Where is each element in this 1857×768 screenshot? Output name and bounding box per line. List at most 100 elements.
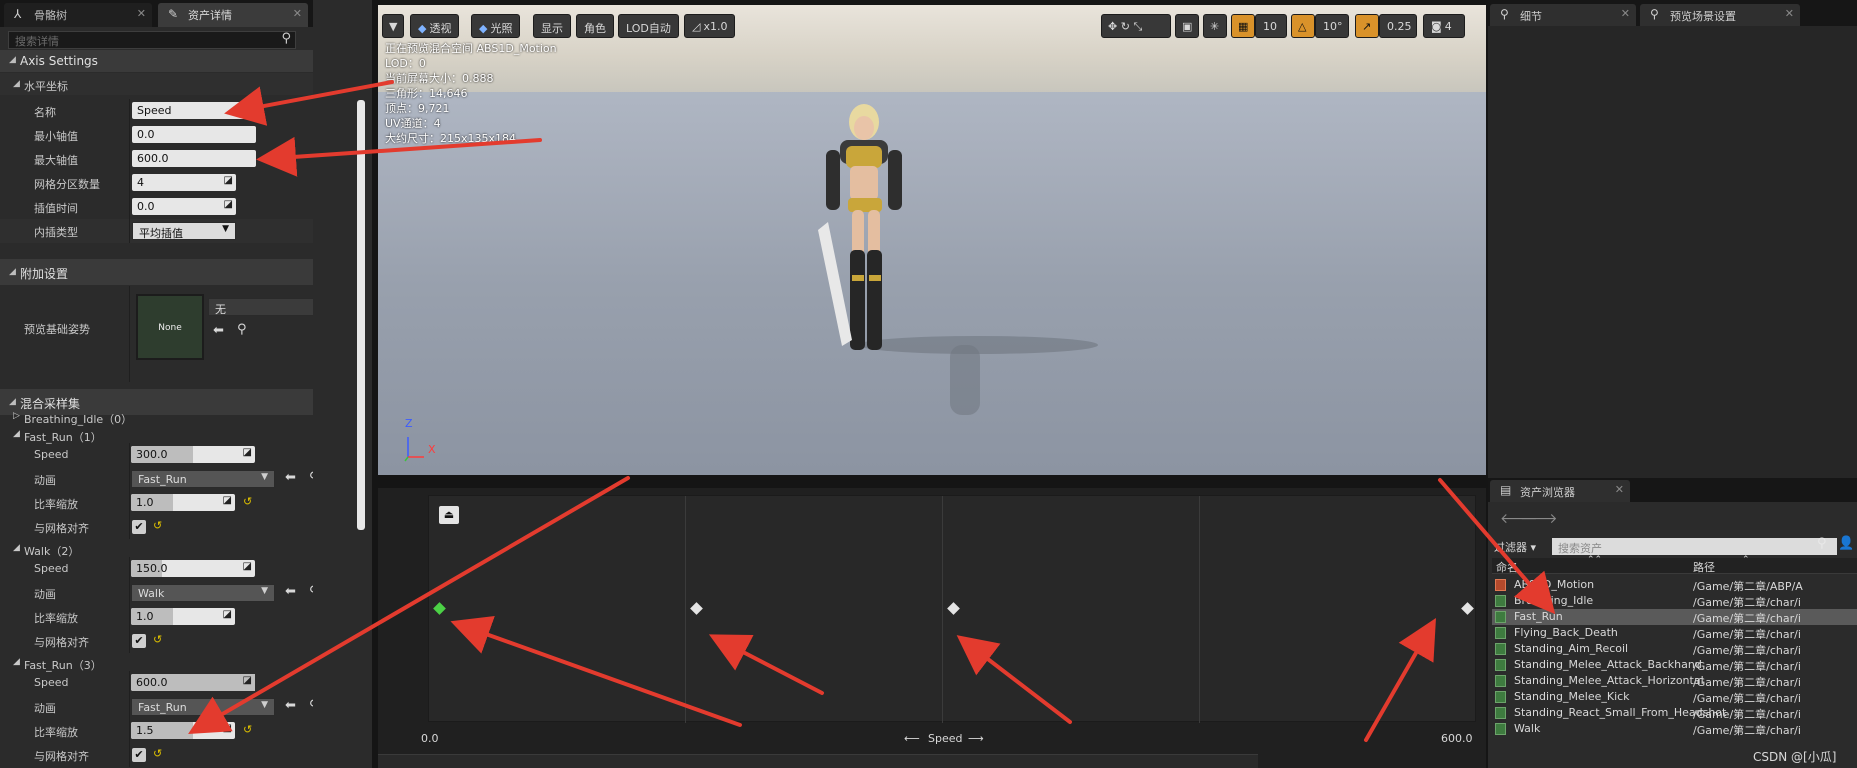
rotation-snap-toggle[interactable]: △ [1291, 14, 1315, 38]
interp-time-field[interactable]: 0.0 ◪ [132, 198, 236, 215]
spin-handle-icon[interactable]: ◪ [243, 447, 252, 458]
character-button[interactable]: 角色 [576, 14, 614, 38]
horizontal-axis-header[interactable]: ◢ 水平坐标 [0, 73, 313, 95]
surface-snap-button[interactable]: ✳ [1203, 14, 1227, 38]
show-button[interactable]: 显示 [533, 14, 571, 38]
details-search-input[interactable]: 搜索详情 ⚲ [8, 31, 296, 49]
tab-skeleton-tree[interactable]: ⅄ 骨骼树 ✕ [4, 3, 152, 27]
sample-group-1[interactable]: ◢ Fast_Run（1） [0, 426, 313, 444]
sample-point[interactable] [1461, 602, 1474, 615]
sample-point[interactable] [433, 602, 446, 615]
reset-icon[interactable]: ↺ [153, 747, 162, 760]
reset-icon[interactable]: ↺ [243, 495, 252, 508]
rotation-size-button[interactable]: 10° [1315, 14, 1349, 38]
asset-row[interactable]: Standing_Melee_Attack_Horizontal/Game/第二… [1492, 673, 1857, 689]
close-icon[interactable]: ✕ [293, 7, 302, 20]
snap-checkbox[interactable]: ✔ [132, 634, 146, 648]
tab-details[interactable]: ⚲ 细节 ✕ [1490, 4, 1636, 26]
sample-1-rate-field[interactable]: 1.0 ◪ [131, 494, 235, 511]
base-pose-row: 预览基础姿势 None 无▼ ⬅ ⚲ [0, 286, 313, 382]
sample-point[interactable] [690, 602, 703, 615]
sample-1-speed-field[interactable]: 300.0 ◪ [131, 446, 255, 463]
sample-1-anim-dropdown[interactable]: Fast_Run ▼ [131, 470, 275, 488]
interp-type-dropdown[interactable]: 平均插值 ▼ [132, 222, 236, 240]
close-icon[interactable]: ✕ [1785, 7, 1794, 20]
sample-3-rate-field[interactable]: 1.5 ◪ [131, 722, 235, 739]
asset-row[interactable]: Standing_Aim_Recoil/Game/第二章/char/i [1492, 641, 1857, 657]
axis-max-field[interactable]: 600.0 [132, 150, 256, 167]
lighting-button[interactable]: ◆ 光照 [471, 14, 521, 38]
close-icon[interactable]: ✕ [1615, 483, 1624, 496]
grid-snap-toggle[interactable]: ▦ [1231, 14, 1255, 38]
sample-3-anim-dropdown[interactable]: Fast_Run ▼ [131, 698, 275, 716]
camera-speed-button[interactable]: ◙ 4 [1423, 14, 1465, 38]
asset-row[interactable]: Fast_Run/Game/第二章/char/i [1492, 609, 1857, 625]
user-icon[interactable]: 👤 [1838, 536, 1854, 551]
axis-name-field[interactable]: Speed [132, 102, 256, 119]
spin-handle-icon[interactable]: ◪ [223, 723, 232, 734]
viewport-options-button[interactable]: ▼ [382, 14, 404, 38]
reset-icon[interactable]: ↺ [243, 723, 252, 736]
sample-2-rate-field[interactable]: 1.0 ◪ [131, 608, 235, 625]
filter-button[interactable]: 过滤器 ▾ [1494, 539, 1536, 555]
preview-viewport[interactable]: ▼ ◆ 透视 ◆ 光照 显示 角色 LOD自动 ◿ x1.0 ✥ ↻ ⤡ ▣ ✳ ▦ … [378, 5, 1486, 475]
playback-speed-button[interactable]: ◿ x1.0 [684, 14, 736, 38]
perspective-button[interactable]: ◆ 透视 [410, 14, 460, 38]
snap-checkbox[interactable]: ✔ [132, 520, 146, 534]
asset-search-input[interactable]: 搜索资产 [1552, 538, 1837, 555]
spin-handle-icon[interactable]: ◪ [224, 199, 233, 210]
tab-preview-scene[interactable]: ⚲ 预览场景设置 ✕ [1640, 4, 1800, 26]
spin-handle-icon[interactable]: ◪ [243, 675, 252, 686]
close-icon[interactable]: ✕ [137, 7, 146, 20]
sample-3-speed-field[interactable]: 600.0 ◪ [131, 674, 255, 691]
close-icon[interactable]: ✕ [1621, 7, 1630, 20]
axis-min-field[interactable]: 0.0 [132, 126, 256, 143]
grid-size-button[interactable]: 10 [1255, 14, 1287, 38]
base-pose-dropdown[interactable]: 无▼ [208, 298, 313, 316]
sample-group-0[interactable]: ▷ Breathing_Idle（0） [0, 408, 313, 426]
sample-group-2[interactable]: ◢ Walk（2） [0, 540, 313, 558]
spin-handle-icon[interactable]: ◪ [223, 495, 232, 506]
scale-size-button[interactable]: 0.25 [1379, 14, 1417, 38]
asset-row[interactable]: Standing_React_Small_From_Headshot/Game/… [1492, 705, 1857, 721]
additional-settings-header[interactable]: ◢ 附加设置 [0, 259, 313, 285]
grid-divisions-field[interactable]: 4 ◪ [132, 174, 236, 191]
graph-options-icon[interactable]: ⏏ [439, 506, 459, 524]
spin-handle-icon[interactable]: ◪ [223, 609, 232, 620]
sample-2-anim-dropdown[interactable]: Walk ▼ [131, 584, 275, 602]
asset-row[interactable]: Walk/Game/第二章/char/i [1492, 721, 1857, 737]
axis-settings-header[interactable]: ◢ Axis Settings [0, 50, 313, 72]
scale-snap-toggle[interactable]: ↗ [1355, 14, 1379, 38]
use-selected-arrow-icon[interactable]: ⬅ [285, 698, 296, 713]
use-selected-arrow-icon[interactable]: ⬅ [285, 584, 296, 599]
asset-row[interactable]: Flying_Back_Death/Game/第二章/char/i [1492, 625, 1857, 641]
use-selected-arrow-icon[interactable]: ⬅ [213, 323, 224, 338]
asset-row[interactable]: Standing_Melee_Attack_Backhand/Game/第二章/… [1492, 657, 1857, 673]
snap-checkbox[interactable]: ✔ [132, 748, 146, 762]
browse-search-icon[interactable]: ⚲ [237, 322, 247, 337]
world-local-button[interactable]: ▣ [1175, 14, 1199, 38]
use-selected-arrow-icon[interactable]: ⬅ [285, 470, 296, 485]
asset-row[interactable]: ABS1D_Motion/Game/第二章/ABP/A [1492, 577, 1857, 593]
transform-mode-group[interactable]: ✥ ↻ ⤡ [1101, 14, 1171, 38]
reset-icon[interactable]: ↺ [153, 519, 162, 532]
tab-asset-browser[interactable]: ▤ 资产浏览器 ✕ [1490, 480, 1630, 502]
spin-handle-icon[interactable]: ◪ [243, 561, 252, 572]
sample-point[interactable] [947, 602, 960, 615]
asset-row[interactable]: Breathing_Idle/Game/第二章/char/i [1492, 593, 1857, 609]
lod-button[interactable]: LOD自动 [618, 14, 679, 38]
details-scrollbar-thumb[interactable] [357, 100, 365, 530]
spin-handle-icon[interactable]: ◪ [224, 175, 233, 186]
sample-2-speed-field[interactable]: 150.0 ◪ [131, 560, 255, 577]
reset-icon[interactable]: ↺ [153, 633, 162, 646]
base-pose-thumbnail[interactable]: None [136, 294, 204, 360]
column-header-path[interactable]: 路径 [1693, 559, 1715, 575]
forward-arrow-icon[interactable]: 🡒 [1520, 510, 1558, 527]
tab-asset-details[interactable]: ✎ 资产详情 ✕ [158, 3, 308, 27]
timeline-bar[interactable] [378, 754, 1258, 768]
details-search-icon: ⚲ [1650, 7, 1659, 21]
asset-row[interactable]: Standing_Melee_Kick/Game/第二章/char/i [1492, 689, 1857, 705]
column-header-name[interactable]: 命名 [1496, 559, 1518, 575]
blendspace-graph[interactable]: ⏏ [428, 495, 1476, 723]
sample-group-3[interactable]: ◢ Fast_Run（3） [0, 654, 313, 672]
